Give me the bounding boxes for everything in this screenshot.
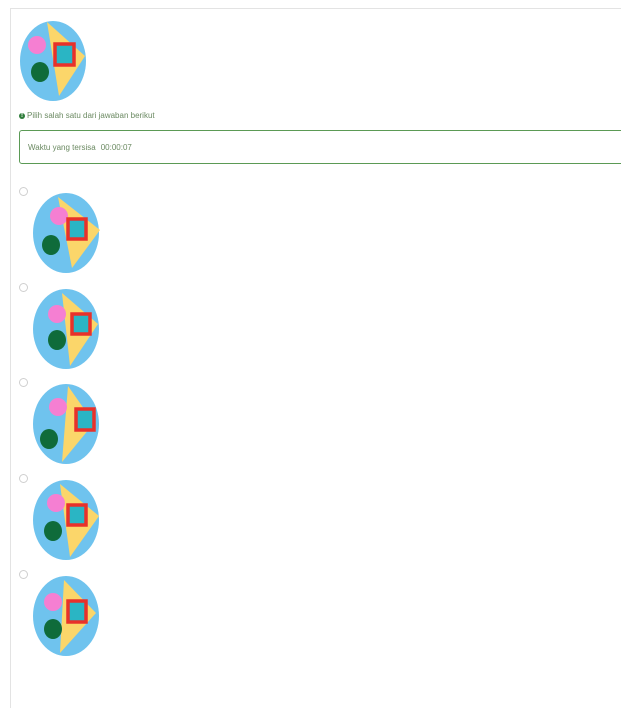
option-e-image	[33, 576, 99, 656]
radio-button-d[interactable]	[19, 474, 28, 483]
option-c-image	[33, 384, 99, 464]
answer-option-a[interactable]	[19, 187, 119, 277]
radio-button-b[interactable]	[19, 283, 28, 292]
timer-value: 00:00:07	[100, 142, 132, 152]
option-a-image	[33, 193, 100, 273]
info-icon: !	[19, 112, 25, 119]
option-b-image	[33, 289, 99, 369]
instruction-text-row: ! Pilih salah satu dari jawaban berikut	[19, 111, 155, 120]
answer-option-b[interactable]	[19, 283, 119, 373]
radio-button-a[interactable]	[19, 187, 28, 196]
option-d-image	[33, 480, 99, 560]
radio-button-c[interactable]	[19, 378, 28, 387]
radio-button-e[interactable]	[19, 570, 28, 579]
answer-option-e[interactable]	[19, 570, 119, 660]
question-image	[20, 21, 86, 101]
timer-label: Waktu yang tersisa	[28, 142, 96, 152]
timer-box: Waktu yang tersisa 00:00:07	[19, 130, 621, 164]
instruction-label: Pilih salah satu dari jawaban berikut	[27, 111, 155, 120]
answer-option-d[interactable]	[19, 474, 119, 564]
answer-option-c[interactable]	[19, 378, 119, 468]
